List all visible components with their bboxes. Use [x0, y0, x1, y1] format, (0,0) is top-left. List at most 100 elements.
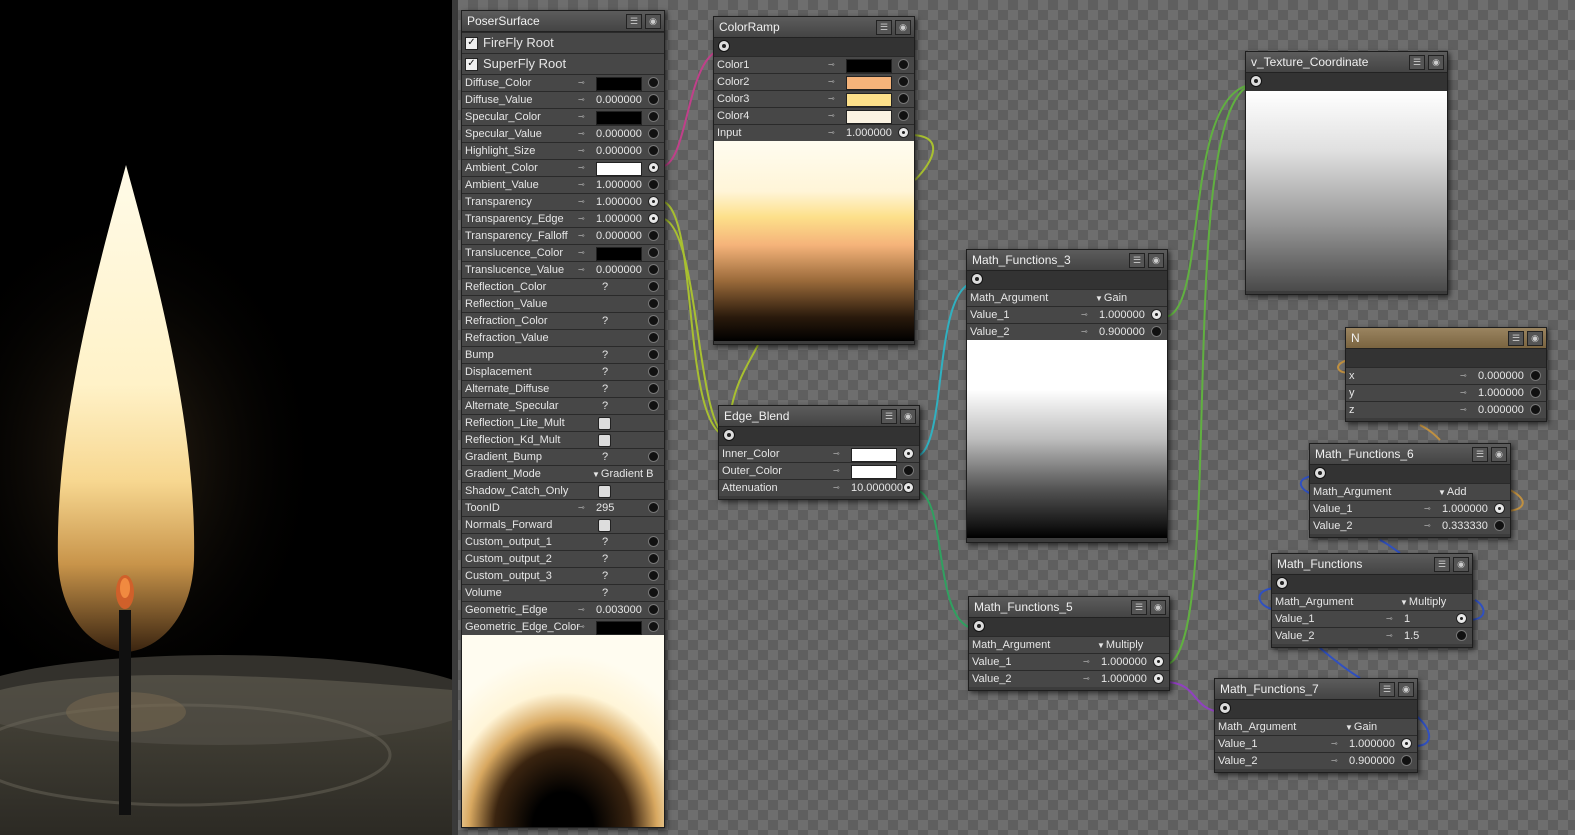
math-functions-6-node[interactable]: Math_Functions_6 ☰ ◉ Math_Argument ▼Add Va… — [1309, 443, 1511, 538]
param-row[interactable]: Refraction_Color? — [462, 312, 664, 329]
input-socket-icon[interactable] — [1530, 370, 1541, 381]
param-value[interactable]: 1.000000 — [1478, 385, 1524, 401]
param-row[interactable]: Displacement? — [462, 363, 664, 380]
checkbox[interactable] — [598, 519, 611, 532]
param-row[interactable]: Value_1 ⊸ 1 — [1272, 610, 1472, 627]
param-row[interactable]: Value_1 ⊸ 1.000000 — [1215, 735, 1417, 752]
input-socket-icon[interactable] — [648, 570, 659, 581]
math-functions-7-node[interactable]: Math_Functions_7 ☰ ◉ Math_Argument ▼Gain V… — [1214, 678, 1418, 773]
param-row[interactable]: Math_Argument ▼Gain — [1215, 718, 1417, 735]
param-row[interactable]: Value_2 ⊸ 0.333330 — [1310, 517, 1510, 534]
dropdown-select[interactable]: ▼Gain — [1095, 290, 1127, 307]
n-node[interactable]: N ☰ ◉ x ⊸ 0.000000 y ⊸ 1.000000 z ⊸ 0.000000 — [1345, 327, 1547, 422]
input-socket-icon[interactable] — [1530, 404, 1541, 415]
param-value[interactable]: 1.000000 — [1101, 671, 1147, 687]
output-socket-icon[interactable] — [723, 429, 735, 441]
param-row[interactable]: Geometric_Edge_Color ⊸ — [462, 618, 664, 635]
param-row[interactable]: Ambient_Color ⊸ — [462, 159, 664, 176]
color-swatch[interactable] — [846, 76, 892, 90]
param-value[interactable]: 1.000000 — [596, 211, 642, 227]
eye-icon[interactable]: ◉ — [1491, 447, 1507, 462]
color-swatch[interactable] — [846, 93, 892, 107]
input-socket-icon[interactable] — [1401, 755, 1412, 766]
color-swatch[interactable] — [596, 621, 642, 635]
dropdown-select[interactable]: ▼Gradient B — [592, 466, 654, 483]
eye-icon[interactable]: ◉ — [1453, 557, 1469, 572]
param-value[interactable]: 1.000000 — [1349, 736, 1395, 752]
output-socket-icon[interactable] — [973, 620, 985, 632]
menu-icon[interactable]: ☰ — [1434, 557, 1450, 572]
math-functions-5-node[interactable]: Math_Functions_5 ☰ ◉ Math_Argument ▼Multi… — [968, 596, 1170, 691]
param-row[interactable]: Attenuation ⊸ 10.000000 — [719, 479, 919, 496]
param-row[interactable]: Value_2 ⊸ 1.5 — [1272, 627, 1472, 644]
math-functions-3-node[interactable]: Math_Functions_3 ☰ ◉ Math_Argument ▼Gain V… — [966, 249, 1168, 543]
checkbox[interactable]: ✓ — [465, 58, 478, 72]
dropdown-select[interactable]: ▼Multiply — [1097, 637, 1143, 654]
param-value[interactable]: 0.000000 — [1478, 402, 1524, 418]
input-socket-icon[interactable] — [648, 349, 659, 360]
param-row[interactable]: Volume? — [462, 584, 664, 601]
param-value[interactable]: 0.333330 — [1442, 518, 1488, 534]
color-swatch[interactable] — [596, 162, 642, 176]
color-swatch[interactable] — [596, 247, 642, 261]
input-socket-icon[interactable] — [648, 281, 659, 292]
output-socket-icon[interactable] — [1219, 702, 1231, 714]
param-value[interactable]: 0.000000 — [1478, 368, 1524, 384]
eye-icon[interactable]: ◉ — [645, 14, 661, 29]
output-socket-icon[interactable] — [718, 40, 730, 52]
color-swatch[interactable] — [596, 111, 642, 125]
input-socket-icon[interactable] — [648, 451, 659, 462]
param-row[interactable]: Reflection_Lite_Mult — [462, 414, 664, 431]
param-value[interactable]: 1.5 — [1404, 628, 1419, 644]
param-value[interactable]: 0.000000 — [596, 262, 642, 278]
color-swatch[interactable] — [851, 448, 897, 462]
input-socket-icon[interactable] — [1151, 309, 1162, 320]
dropdown-select[interactable]: ▼Multiply — [1400, 594, 1446, 611]
dropdown-select[interactable]: ▼Gain — [1345, 719, 1377, 736]
menu-icon[interactable]: ☰ — [876, 20, 892, 35]
param-row[interactable]: Color2 ⊸ — [714, 73, 914, 90]
eye-icon[interactable]: ◉ — [1148, 253, 1164, 268]
param-value[interactable]: 1.000000 — [1442, 501, 1488, 517]
input-socket-icon[interactable] — [648, 145, 659, 156]
input-socket-icon[interactable] — [648, 247, 659, 258]
param-row[interactable]: Math_Argument ▼Multiply — [969, 636, 1169, 653]
input-socket-icon[interactable] — [903, 465, 914, 476]
menu-icon[interactable]: ☰ — [1131, 600, 1147, 615]
input-socket-icon[interactable] — [648, 587, 659, 598]
param-row[interactable]: Value_2 ⊸ 0.900000 — [1215, 752, 1417, 769]
eye-icon[interactable]: ◉ — [1398, 682, 1414, 697]
input-socket-icon[interactable] — [1530, 387, 1541, 398]
param-row[interactable]: Inner_Color ⊸ — [719, 445, 919, 462]
param-row[interactable]: Math_Argument ▼Add — [1310, 483, 1510, 500]
input-socket-icon[interactable] — [1153, 673, 1164, 684]
output-socket-icon[interactable] — [1276, 577, 1288, 589]
eye-icon[interactable]: ◉ — [900, 409, 916, 424]
param-row[interactable]: Value_2 ⊸ 1.000000 — [969, 670, 1169, 687]
eye-icon[interactable]: ◉ — [1150, 600, 1166, 615]
param-row[interactable]: Transparency_Edge ⊸ 1.000000 — [462, 210, 664, 227]
param-row[interactable]: y ⊸ 1.000000 — [1346, 384, 1546, 401]
param-row[interactable]: Reflection_Kd_Mult — [462, 431, 664, 448]
input-socket-icon[interactable] — [1456, 630, 1467, 641]
param-row[interactable]: Diffuse_Value ⊸ 0.000000 — [462, 91, 664, 108]
param-row[interactable]: Shadow_Catch_Only — [462, 482, 664, 499]
color-ramp-node[interactable]: ColorRamp ☰ ◉ Color1 ⊸ Color2 ⊸ Color3 ⊸ Color… — [713, 16, 915, 345]
input-socket-icon[interactable] — [898, 93, 909, 104]
menu-icon[interactable]: ☰ — [1379, 682, 1395, 697]
param-value[interactable]: 1.000000 — [846, 125, 892, 141]
poser-surface-node[interactable]: PoserSurface ☰ ◉ ✓ FireFly Root ✓ SuperFly … — [461, 10, 665, 828]
checkbox[interactable]: ✓ — [465, 37, 478, 51]
input-socket-icon[interactable] — [1456, 613, 1467, 624]
param-value[interactable]: 1.000000 — [1099, 307, 1145, 323]
input-socket-icon[interactable] — [1153, 656, 1164, 667]
param-value[interactable]: 0.000000 — [596, 228, 642, 244]
menu-icon[interactable]: ☰ — [1472, 447, 1488, 462]
input-socket-icon[interactable] — [1151, 326, 1162, 337]
param-row[interactable]: Diffuse_Color ⊸ — [462, 74, 664, 91]
param-row[interactable]: Outer_Color ⊸ — [719, 462, 919, 479]
param-value[interactable]: 0.000000 — [596, 126, 642, 142]
param-row[interactable]: Ambient_Value ⊸ 1.000000 — [462, 176, 664, 193]
param-row[interactable]: Input ⊸ 1.000000 — [714, 124, 914, 141]
input-socket-icon[interactable] — [898, 127, 909, 138]
